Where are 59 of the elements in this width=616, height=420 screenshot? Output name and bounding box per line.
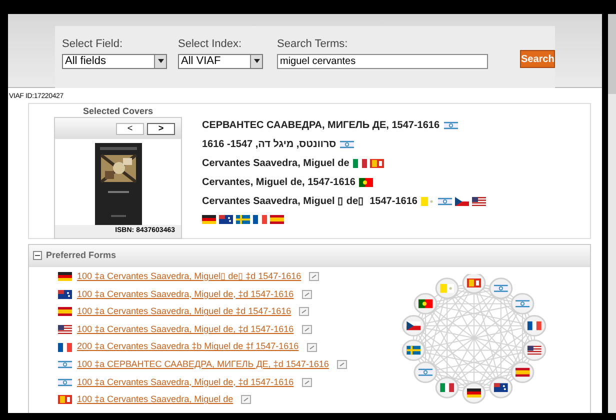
name-heading: Cervantes Saavedra, Miguel ▯ de▯ 1547-1616: [202, 195, 418, 209]
israel-flag-node[interactable]: [414, 362, 438, 384]
germany-flag-icon: [467, 388, 481, 398]
next-button[interactable]: >: [147, 122, 175, 135]
index-select[interactable]: All VIAF: [178, 54, 263, 68]
record-link[interactable]: 100 ‡a Cervantes Saavedra, Miguel de, ‡d 1547-1616: [77, 322, 294, 336]
record-link[interactable]: 100 ‡a Cervantes Saavedra, Miguel de, ‡d 1547-1616: [77, 376, 294, 390]
swiss-flag-node[interactable]: [462, 274, 486, 294]
record-link[interactable]: 100 ‡a Cervantes Saavedra, Miguel▯ de▯ ‡d 1547-1616: [77, 270, 302, 284]
record-icon[interactable]: [309, 272, 320, 282]
name-heading: Cervantes, Miguel de, 1547-1616: [202, 176, 356, 190]
israel-flag-node[interactable]: [510, 292, 534, 314]
record-icon[interactable]: [299, 307, 310, 316]
index-label: Select Index:: [178, 37, 243, 52]
czech-flag-icon: [406, 321, 421, 330]
section-title: Preferred Forms: [46, 248, 116, 262]
vatican-flag-node[interactable]: [435, 278, 459, 300]
usa-flag-node[interactable]: [522, 339, 546, 361]
collapse-toggle[interactable]: [33, 251, 42, 260]
name-heading: סרוונטס, מיגל דה, 1547- 1616: [202, 138, 336, 152]
swiss-flag-icon: [467, 278, 481, 288]
record-link[interactable]: 100 ‡a СЕРВАНТЕС СААВЕДРА, МИГЕЛЬ ДЕ, ‡d 1547-1616: [77, 358, 329, 372]
record-icon[interactable]: [302, 325, 312, 334]
record-link[interactable]: 100 ‡a Cervantes Saavedra, Miguel de, ‡d 1547-1616: [77, 288, 294, 302]
france-flag-icon: [527, 321, 542, 330]
israel-flag-node[interactable]: [489, 278, 513, 300]
terms-label: Search Terms:: [277, 37, 349, 52]
record-icon[interactable]: [306, 342, 317, 352]
search-field[interactable]: miguel cervantes: [277, 54, 488, 68]
previous-button[interactable]: <: [116, 122, 144, 135]
name-heading: СЕРВАНТЕС СААВЕДРА, МИГЕЛЬ ДЕ, 1547-1616: [202, 119, 440, 133]
scrollbar[interactable]: [608, 14, 616, 413]
czech-flag-node[interactable]: [402, 315, 426, 337]
sweden-flag-node[interactable]: [402, 339, 426, 361]
field-label: Select Field:: [62, 37, 124, 52]
field-select[interactable]: All fields: [62, 54, 167, 68]
search-button[interactable]: Search: [520, 50, 556, 68]
australia-flag-node[interactable]: [489, 376, 513, 398]
germany-flag-node[interactable]: [462, 382, 486, 404]
record-icon[interactable]: [302, 290, 312, 299]
spain-flag-node[interactable]: [510, 362, 534, 384]
name-heading: Cervantes Saavedra, Miguel de: [202, 157, 350, 171]
covers-title: Selected Covers: [82, 105, 154, 117]
australia-flag-icon: [494, 383, 508, 392]
record-icon[interactable]: [336, 360, 347, 370]
israel-flag-icon: [516, 299, 530, 308]
record-link[interactable]: 100 ‡a Cervantes Saavedra, Miguel de: [77, 393, 234, 407]
italy-flag-icon: [440, 383, 454, 392]
portugal-flag-node[interactable]: [414, 292, 438, 314]
sweden-flag-icon: [406, 346, 421, 355]
usa-flag-icon: [527, 346, 542, 355]
record-icon[interactable]: [302, 378, 312, 387]
vatican-flag-icon: [440, 284, 454, 293]
france-flag-node[interactable]: [522, 315, 546, 337]
record-link[interactable]: 100 ‡a Cervantes Saavedra, Miguel de ‡d 1547-1616: [77, 305, 292, 319]
portugal-flag-icon: [418, 299, 432, 308]
record-link[interactable]: 200 ‡a Cervantes Saavedra ‡b Miguel de ‡f 1547-1616: [77, 340, 299, 354]
italy-flag-node[interactable]: [435, 376, 459, 398]
record-icon[interactable]: [241, 395, 252, 404]
